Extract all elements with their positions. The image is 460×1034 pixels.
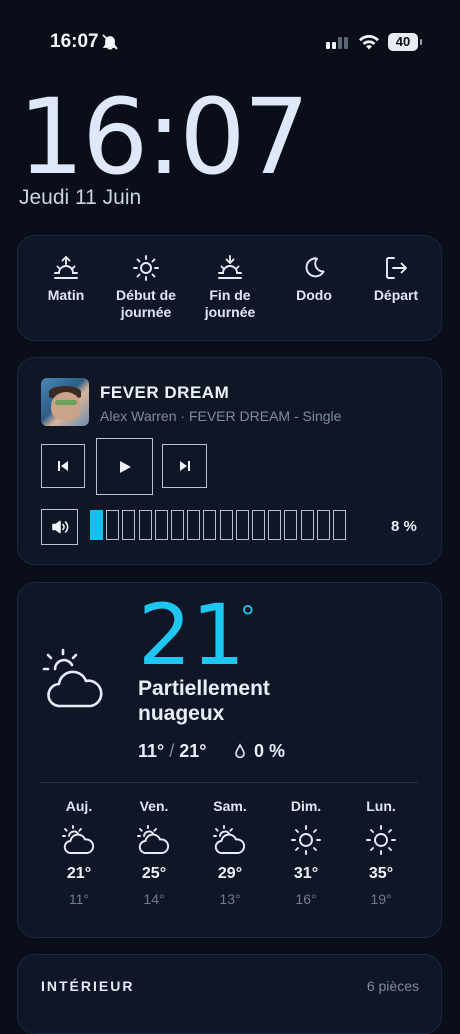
degree-symbol: ° bbox=[241, 599, 255, 637]
forecast-day: Auj. 21° 11° bbox=[49, 798, 109, 907]
scene-label: Matin bbox=[47, 287, 85, 303]
sunrise-icon bbox=[54, 255, 78, 279]
volume-segment[interactable] bbox=[171, 510, 184, 540]
moon-icon bbox=[305, 257, 325, 278]
volume-segment[interactable] bbox=[316, 510, 330, 540]
divider bbox=[41, 782, 418, 783]
weather-card[interactable]: 21 ° Partiellement nuageux 11° / 21° 0 %… bbox=[17, 582, 442, 938]
cellular-signal-icon bbox=[326, 36, 350, 55]
partly-cloudy-icon bbox=[213, 825, 246, 854]
forecast-high: 21° bbox=[66, 865, 92, 882]
forecast-low: 11° bbox=[68, 891, 90, 907]
forecast-low: 16° bbox=[295, 891, 317, 907]
forecast-low: 19° bbox=[370, 891, 392, 907]
status-time: 16:07 bbox=[50, 31, 99, 52]
forecast-low: 14° bbox=[143, 891, 165, 907]
precipitation-chance: 0 % bbox=[254, 741, 286, 761]
scene-label: Début de journée bbox=[116, 287, 176, 320]
volume-segment[interactable] bbox=[138, 510, 152, 540]
forecast-day: Ven. 25° 14° bbox=[124, 798, 184, 907]
previous-track-button[interactable] bbox=[41, 444, 85, 488]
partly-cloudy-icon bbox=[62, 825, 95, 854]
volume-percent: 8 % bbox=[391, 518, 417, 535]
forecast-day-name: Ven. bbox=[139, 798, 169, 814]
volume-segment[interactable] bbox=[235, 510, 249, 540]
volume-segment[interactable] bbox=[268, 510, 282, 540]
play-button[interactable] bbox=[96, 438, 153, 495]
weather-condition: Partiellement nuageux bbox=[138, 677, 270, 725]
raindrop-icon bbox=[235, 743, 245, 759]
scene-button-matin[interactable]: Matin bbox=[24, 254, 108, 304]
min-temperature: 11° bbox=[138, 741, 165, 761]
forecast-day: Lun. 35° 19° bbox=[351, 798, 411, 907]
next-track-button[interactable] bbox=[162, 444, 207, 488]
volume-segment[interactable] bbox=[203, 510, 217, 540]
status-bar: 16:07 40 bbox=[0, 0, 460, 84]
volume-segment[interactable] bbox=[252, 510, 265, 540]
battery-indicator: 40 bbox=[388, 33, 422, 51]
volume-segment[interactable] bbox=[106, 510, 120, 540]
partly-cloudy-icon bbox=[42, 648, 103, 708]
forecast-low: 13° bbox=[219, 891, 241, 907]
rooms-count: 6 pièces bbox=[366, 978, 419, 994]
forecast-high: 31° bbox=[293, 865, 319, 882]
interior-title: INTÉRIEUR bbox=[41, 978, 135, 994]
volume-segment[interactable] bbox=[300, 510, 314, 540]
forecast-high: 29° bbox=[217, 865, 243, 882]
exit-icon bbox=[386, 257, 407, 279]
sunset-icon bbox=[218, 255, 242, 279]
volume-segment[interactable] bbox=[284, 510, 298, 540]
scene-button-fin-journee[interactable]: Fin de journée bbox=[188, 254, 272, 321]
forecast-day: Dim. 31° 16° bbox=[276, 798, 336, 907]
album-art bbox=[41, 378, 89, 426]
current-temperature: 21 bbox=[138, 586, 245, 684]
scene-label: Fin de journée bbox=[204, 287, 256, 320]
sunny-icon bbox=[366, 825, 396, 855]
forecast-day-name: Sam. bbox=[213, 798, 247, 814]
interior-card[interactable]: INTÉRIEUR 6 pièces bbox=[17, 954, 442, 1034]
lockscreen-clock: 16:07 bbox=[18, 76, 310, 198]
forecast-day-name: Lun. bbox=[366, 798, 396, 814]
volume-segment[interactable] bbox=[154, 510, 168, 540]
scene-button-dodo[interactable]: Dodo bbox=[272, 254, 356, 304]
forecast-high: 25° bbox=[141, 865, 167, 882]
track-title: FEVER DREAM bbox=[100, 383, 230, 402]
volume-mute-button[interactable] bbox=[41, 509, 78, 545]
scene-label: Dodo bbox=[296, 287, 332, 303]
scene-button-depart[interactable]: Départ bbox=[354, 254, 438, 304]
forecast-day: Sam. 29° 13° bbox=[200, 798, 260, 907]
speaker-icon bbox=[51, 520, 68, 534]
wifi-icon bbox=[358, 33, 380, 55]
volume-segment[interactable] bbox=[333, 510, 346, 540]
sun-icon bbox=[133, 255, 159, 281]
volume-segment[interactable] bbox=[122, 510, 136, 540]
scenes-card: Matin Début de journée Fin de journée Do… bbox=[17, 235, 442, 341]
partly-cloudy-icon bbox=[137, 825, 170, 854]
scene-label: Départ bbox=[373, 287, 419, 303]
skip-previous-icon bbox=[58, 461, 68, 471]
forecast-day-name: Dim. bbox=[290, 798, 322, 814]
forecast-day-name: Auj. bbox=[65, 798, 93, 814]
lockscreen-date: Jeudi 11 Juin bbox=[19, 186, 142, 209]
max-temperature: 21° bbox=[179, 741, 207, 761]
sunny-icon bbox=[291, 825, 321, 855]
forecast-high: 35° bbox=[368, 865, 394, 882]
volume-segment[interactable] bbox=[90, 510, 103, 540]
min-max-temperature: 11° / 21° bbox=[138, 741, 207, 762]
skip-next-icon bbox=[179, 461, 190, 471]
scene-button-debut-journee[interactable]: Début de journée bbox=[104, 254, 188, 321]
min-max-separator: / bbox=[169, 741, 175, 761]
bell-muted-icon bbox=[101, 33, 119, 56]
volume-segment[interactable] bbox=[219, 510, 233, 540]
track-subtitle: Alex Warren · FEVER DREAM - Single bbox=[100, 408, 342, 424]
play-icon bbox=[119, 460, 131, 473]
volume-segment[interactable] bbox=[187, 510, 201, 540]
media-player-card: FEVER DREAM Alex Warren · FEVER DREAM - … bbox=[17, 357, 442, 565]
